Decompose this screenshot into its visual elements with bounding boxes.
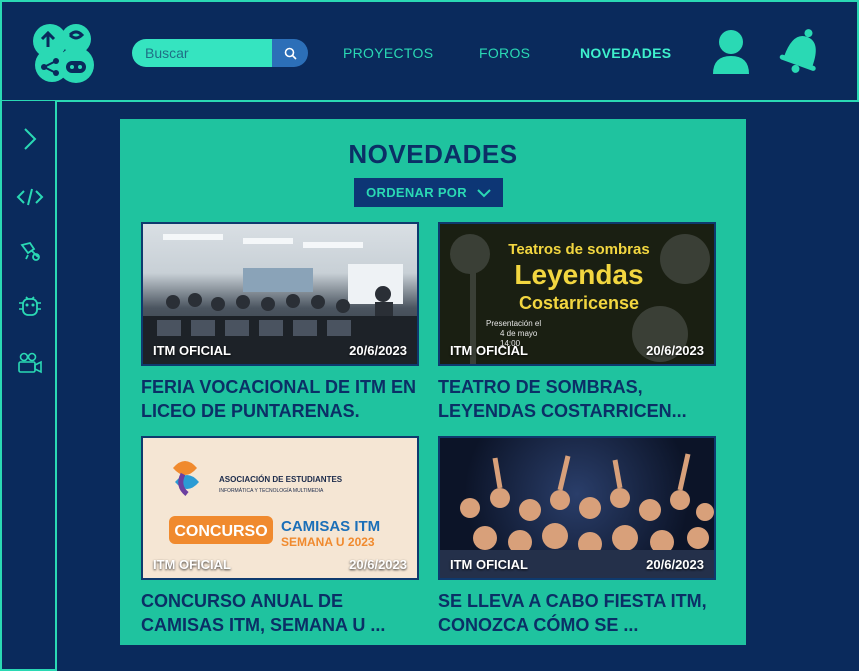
nav-foros[interactable]: FOROS — [479, 45, 530, 61]
notifications-bell-icon[interactable] — [777, 26, 827, 76]
card-date: 20/6/2023 — [349, 557, 407, 572]
news-card[interactable]: ASOCIACIÓN DE ESTUDIANTES INFORMÁTICA Y … — [141, 436, 419, 637]
gamepad-icon — [20, 241, 40, 261]
sidebar-expand-button[interactable] — [14, 123, 46, 155]
sort-dropdown-button[interactable]: ORDENAR POR — [354, 178, 503, 207]
user-profile-icon[interactable] — [710, 28, 752, 78]
chevron-right-icon — [24, 128, 37, 150]
news-card-image: Teatros de sombras Leyendas Costarricens… — [438, 222, 716, 366]
news-panel: NOVEDADES ORDENAR POR ITM OFICIAL 20/6/2… — [120, 119, 746, 645]
bug-icon — [19, 296, 41, 316]
poster-line3: Costarricense — [519, 293, 639, 313]
search-bar — [132, 39, 308, 67]
card-source: ITM OFICIAL — [450, 343, 528, 358]
search-icon — [284, 47, 297, 60]
app-logo-icon[interactable] — [30, 21, 98, 85]
sidebar-item-media[interactable] — [14, 347, 46, 379]
news-card[interactable]: ITM OFICIAL 20/6/2023 SE LLEVA A CABO FI… — [438, 436, 716, 637]
news-card[interactable]: ITM OFICIAL 20/6/2023 FERIA VOCACIONAL D… — [141, 222, 419, 423]
poster-detail2: 4 de mayo — [500, 329, 538, 338]
card-source: ITM OFICIAL — [450, 557, 528, 572]
sidebar-item-code[interactable] — [14, 181, 46, 213]
card-title[interactable]: TEATRO DE SOMBRAS, LEYENDAS COSTARRICEN.… — [438, 375, 716, 423]
assoc-line1: ASOCIACIÓN DE ESTUDIANTES — [219, 475, 343, 484]
news-card-image: ITM OFICIAL 20/6/2023 — [438, 436, 716, 580]
sort-label: ORDENAR POR — [366, 185, 467, 200]
top-header: PROYECTOS FOROS NOVEDADES — [0, 0, 859, 102]
news-card[interactable]: Teatros de sombras Leyendas Costarricens… — [438, 222, 716, 423]
assoc-line2: INFORMÁTICA Y TECNOLOGÍA MULTIMEDIA — [219, 487, 324, 494]
news-card-image: ASOCIACIÓN DE ESTUDIANTES INFORMÁTICA Y … — [141, 436, 419, 580]
poster-line2: Leyendas — [514, 259, 643, 290]
card-date: 20/6/2023 — [646, 557, 704, 572]
search-input[interactable] — [132, 39, 272, 67]
chevron-down-icon — [477, 188, 491, 197]
concurso-line2: SEMANA U 2023 — [281, 535, 375, 549]
card-title[interactable]: SE LLEVA A CABO FIESTA ITM, CONOZCA CÓMO… — [438, 589, 716, 637]
card-source: ITM OFICIAL — [153, 343, 231, 358]
card-title[interactable]: CONCURSO ANUAL DE CAMISAS ITM, SEMANA U … — [141, 589, 419, 637]
card-date: 20/6/2023 — [646, 343, 704, 358]
page-title: NOVEDADES — [348, 139, 518, 169]
poster-detail1: Presentación el — [486, 319, 541, 328]
news-card-image: ITM OFICIAL 20/6/2023 — [141, 222, 419, 366]
sidebar — [0, 101, 57, 671]
nav-novedades[interactable]: NOVEDADES — [580, 45, 671, 61]
sidebar-item-games[interactable] — [14, 235, 46, 267]
nav-proyectos[interactable]: PROYECTOS — [343, 45, 433, 61]
card-date: 20/6/2023 — [349, 343, 407, 358]
card-source: ITM OFICIAL — [153, 557, 231, 572]
sidebar-item-debug[interactable] — [14, 291, 46, 323]
concurso-line1: CAMISAS ITM — [281, 518, 380, 535]
camera-icon — [18, 352, 42, 374]
code-icon — [16, 188, 44, 206]
concurso-badge: CONCURSO — [174, 523, 267, 540]
card-title[interactable]: FERIA VOCACIONAL DE ITM EN LICEO DE PUNT… — [141, 375, 419, 423]
poster-line1: Teatros de sombras — [508, 241, 649, 258]
search-button[interactable] — [272, 39, 308, 67]
